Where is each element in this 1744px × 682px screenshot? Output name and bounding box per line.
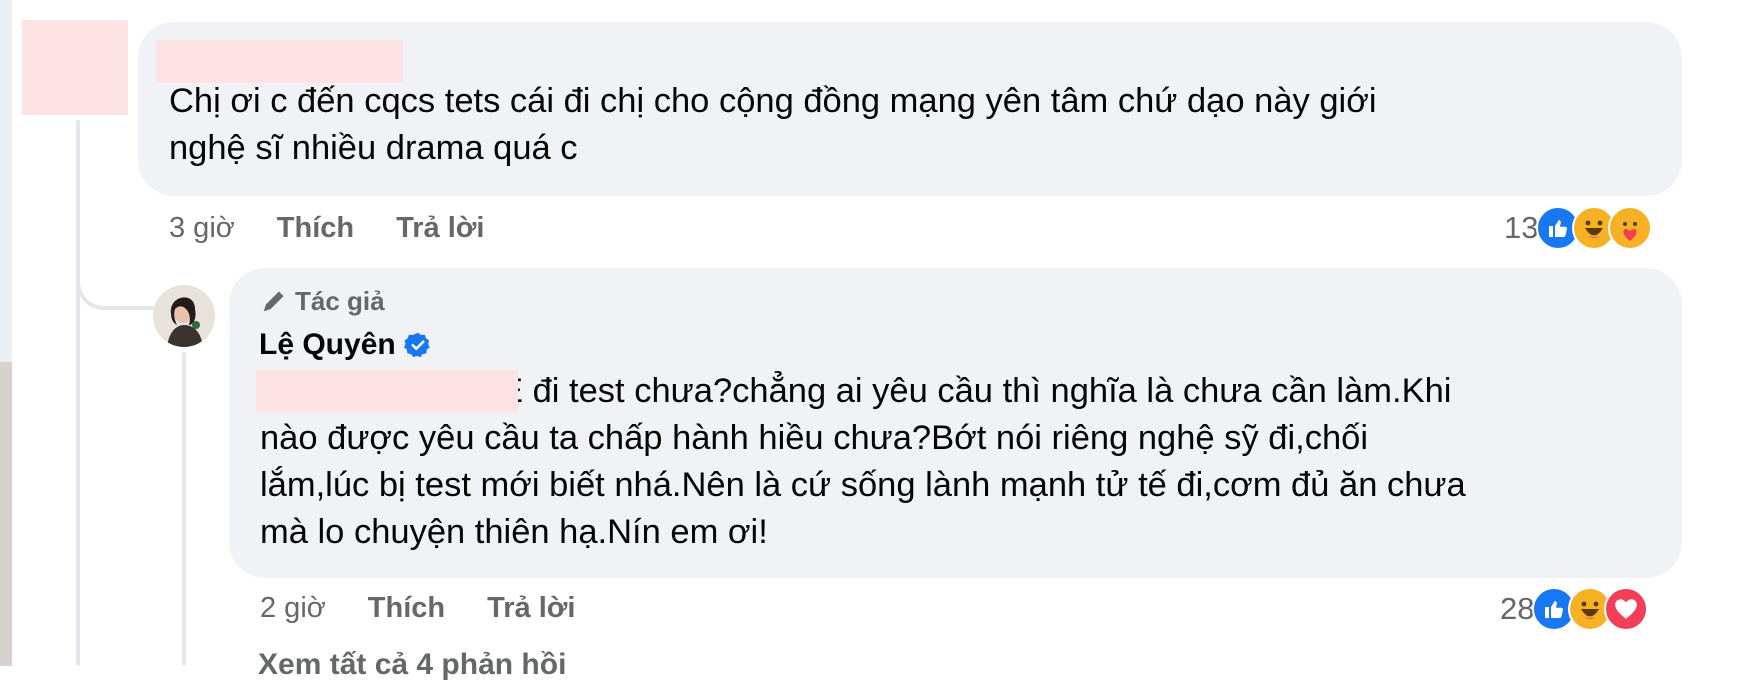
- like-button[interactable]: Thích: [368, 592, 445, 625]
- like-button[interactable]: Thích: [277, 212, 354, 245]
- thread-branch-line: [76, 250, 156, 310]
- pen-icon: [263, 291, 284, 311]
- comment-timestamp[interactable]: 3 giờ: [169, 212, 235, 245]
- background-photo-edge: [0, 362, 12, 666]
- reply-timestamp[interactable]: 2 giờ: [260, 592, 326, 625]
- care-icon: [1608, 206, 1653, 250]
- verified-badge-icon: [403, 332, 430, 358]
- redacted-avatar: [22, 20, 128, 115]
- love-icon: [1604, 587, 1649, 631]
- comment-text-line: Chị ơi c đến cqcs tets cái đi chị cho cộ…: [169, 82, 1377, 120]
- comment-actions: 3 giờ Thích Trả lời: [169, 212, 526, 245]
- reaction-count: 13: [1504, 210, 1539, 245]
- reply-text-line: nào được yêu cầu ta chấp hành hiều chưa?…: [260, 419, 1368, 457]
- reaction-summary[interactable]: 13: [1504, 206, 1653, 250]
- author-name[interactable]: Lệ Quyên: [259, 328, 432, 362]
- comment-text: Chị ơi c đến cqcs tets cái đi chị cho cộ…: [169, 78, 1376, 172]
- reaction-count: 28: [1500, 591, 1535, 626]
- reply-button[interactable]: Trả lời: [396, 212, 484, 245]
- reply-button[interactable]: Trả lời: [487, 592, 575, 625]
- redacted-commenter-name: [156, 40, 403, 83]
- comment-text-line: nghệ sĩ nhiều drama quá c: [169, 129, 578, 167]
- left-edge-strip: [0, 0, 12, 666]
- author-badge-label: Tác giả: [295, 286, 385, 316]
- author-name-label[interactable]: Lệ Quyên: [259, 328, 396, 362]
- reply-bubble: Tác giả Lệ Quyên E đi test chưa?chẳng ai…: [229, 268, 1682, 578]
- reply-thread-line: [182, 352, 186, 666]
- reply-actions: 2 giờ Thích Trả lời: [260, 592, 617, 625]
- author-avatar[interactable]: [153, 285, 215, 347]
- thread-line: [76, 120, 80, 666]
- view-more-replies[interactable]: Xem tất cả 4 phản hồi: [258, 648, 566, 682]
- reaction-summary[interactable]: 28: [1500, 587, 1649, 631]
- redacted-mention: [256, 370, 518, 412]
- reply-text-line: lắm,lúc bị test mới biết nhá.Nên là cứ s…: [260, 466, 1466, 504]
- reply-text-line: mà lo chuyện thiên hạ.Nín em ơi!: [260, 513, 768, 551]
- author-badge: Tác giả: [259, 286, 385, 317]
